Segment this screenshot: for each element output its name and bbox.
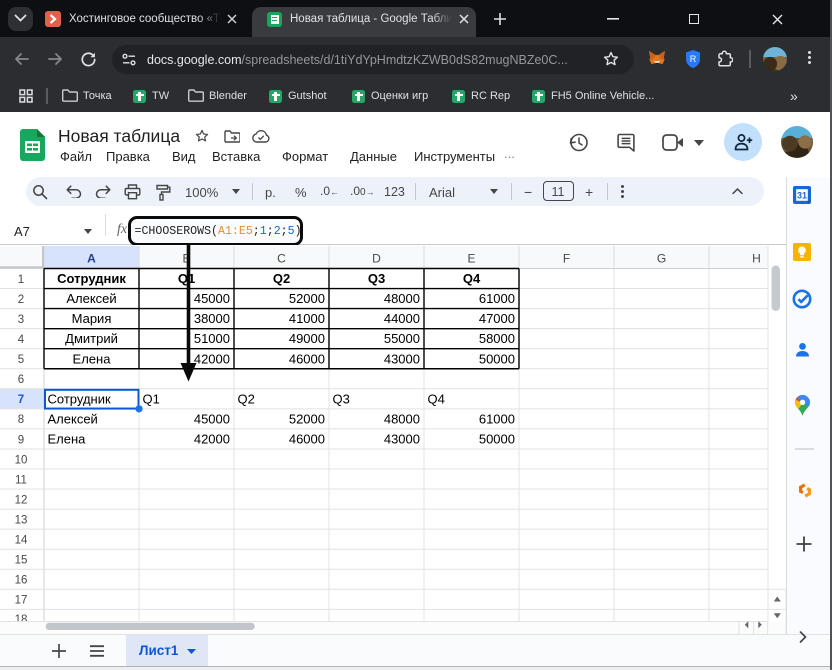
svg-text:4: 4 — [18, 334, 25, 346]
svg-text:8: 8 — [18, 414, 24, 426]
svg-text:6: 6 — [18, 374, 24, 386]
svg-text:11: 11 — [15, 474, 27, 486]
svg-text:2: 2 — [18, 294, 24, 306]
svg-text:Дмитрий: Дмитрий — [65, 331, 118, 346]
svg-text:G: G — [657, 252, 666, 266]
svg-text:E: E — [467, 252, 475, 266]
svg-text:D: D — [372, 252, 381, 266]
svg-text:Q3: Q3 — [368, 271, 385, 286]
svg-text:14: 14 — [15, 535, 28, 547]
svg-text:43000: 43000 — [384, 432, 420, 447]
svg-text:52000: 52000 — [289, 291, 325, 306]
svg-text:Q1: Q1 — [178, 271, 195, 286]
svg-text:15: 15 — [15, 555, 28, 567]
svg-text:5: 5 — [18, 354, 24, 366]
svg-text:52000: 52000 — [289, 411, 325, 426]
svg-text:Алексей: Алексей — [48, 411, 98, 426]
svg-text:Q4: Q4 — [428, 391, 445, 406]
svg-text:9: 9 — [18, 434, 24, 446]
svg-text:46000: 46000 — [289, 351, 325, 366]
svg-text:47000: 47000 — [479, 311, 515, 326]
svg-text:46000: 46000 — [289, 432, 325, 447]
svg-text:12: 12 — [15, 494, 28, 506]
svg-text:17: 17 — [15, 595, 28, 607]
svg-text:A: A — [87, 252, 96, 266]
svg-text:Мария: Мария — [72, 311, 112, 326]
svg-text:45000: 45000 — [194, 291, 230, 306]
svg-text:10: 10 — [15, 454, 28, 466]
svg-text:61000: 61000 — [479, 411, 515, 426]
svg-text:48000: 48000 — [384, 291, 420, 306]
svg-text:41000: 41000 — [289, 311, 325, 326]
svg-text:Алексей: Алексей — [66, 291, 116, 306]
svg-text:50000: 50000 — [479, 351, 515, 366]
svg-text:42000: 42000 — [194, 432, 230, 447]
svg-text:Q1: Q1 — [143, 391, 160, 406]
svg-text:45000: 45000 — [194, 411, 230, 426]
svg-text:Q4: Q4 — [463, 271, 481, 286]
svg-text:51000: 51000 — [194, 331, 230, 346]
svg-text:7: 7 — [18, 394, 24, 406]
svg-text:50000: 50000 — [479, 432, 515, 447]
svg-text:H: H — [752, 252, 761, 266]
svg-text:Елена: Елена — [73, 351, 112, 366]
svg-text:1: 1 — [18, 274, 24, 286]
svg-text:55000: 55000 — [384, 331, 420, 346]
svg-text:Сотрудник: Сотрудник — [48, 391, 111, 406]
svg-text:R: R — [690, 54, 697, 64]
svg-text:Елена: Елена — [48, 432, 87, 447]
svg-text:38000: 38000 — [194, 311, 230, 326]
svg-text:42000: 42000 — [194, 351, 230, 366]
svg-text:Q3: Q3 — [333, 391, 350, 406]
svg-text:16: 16 — [15, 575, 28, 587]
svg-text:49000: 49000 — [289, 331, 325, 346]
svg-text:31: 31 — [797, 191, 807, 201]
svg-text:Q2: Q2 — [273, 271, 290, 286]
svg-text:43000: 43000 — [384, 351, 420, 366]
svg-text:3: 3 — [18, 314, 24, 326]
svg-text:F: F — [563, 252, 570, 266]
svg-text:58000: 58000 — [479, 331, 515, 346]
svg-text:Сотрудник: Сотрудник — [57, 271, 126, 286]
svg-text:44000: 44000 — [384, 311, 420, 326]
svg-text:13: 13 — [15, 515, 28, 527]
svg-text:Q2: Q2 — [238, 391, 255, 406]
svg-text:61000: 61000 — [479, 291, 515, 306]
svg-text:C: C — [277, 252, 286, 266]
svg-text:48000: 48000 — [384, 411, 420, 426]
